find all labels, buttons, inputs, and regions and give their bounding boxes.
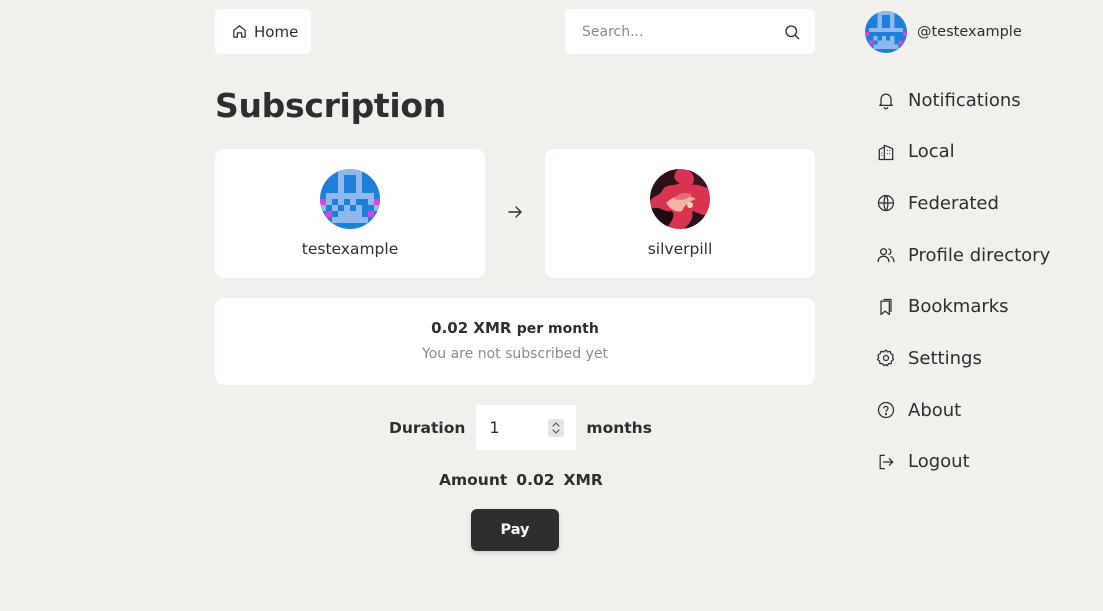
sidebar-item-bookmarks[interactable]: Bookmarks (876, 287, 1050, 327)
subscription-price-card: 0.02 XMR per month You are not subscribe… (215, 298, 815, 385)
sidebar-item-label: Settings (908, 347, 982, 369)
sender-name[interactable]: testexample (302, 240, 398, 258)
stepper-arrows-icon[interactable] (548, 419, 564, 437)
sidebar-item-label: Logout (908, 451, 970, 473)
sidebar-item-label: Federated (908, 192, 999, 214)
sidebar-item-about[interactable]: About (876, 390, 1050, 430)
search-input[interactable] (580, 22, 783, 41)
user-handle[interactable]: @testexample (917, 24, 1022, 40)
user-avatar[interactable] (865, 11, 907, 53)
amount-currency: XMR (563, 471, 603, 489)
price-period: per month (516, 321, 599, 337)
sender-avatar[interactable] (320, 169, 380, 229)
sidebar-item-logout[interactable]: Logout (876, 442, 1050, 482)
amount-value: 0.02 (516, 471, 555, 489)
search-icon[interactable] (783, 23, 801, 41)
duration-input[interactable] (487, 417, 547, 438)
search-box[interactable] (565, 9, 815, 54)
duration-stepper[interactable] (548, 419, 565, 437)
sidebar-nav: Notifications Local Federated Profile di… (876, 80, 1050, 494)
home-button[interactable]: Home (215, 9, 311, 54)
globe-icon (877, 195, 895, 212)
gear-icon (876, 349, 895, 367)
recipient-card: silverpill (545, 149, 815, 278)
bell-icon (879, 93, 893, 110)
bookmark-icon (880, 298, 892, 315)
duration-row: Duration months (389, 405, 652, 450)
building-icon (878, 144, 894, 160)
sidebar-item-federated[interactable]: Federated (876, 183, 1050, 223)
duration-field[interactable] (476, 405, 577, 450)
sender-card: testexample (215, 149, 485, 278)
arrow-right-icon (508, 206, 522, 218)
pay-button[interactable]: Pay (471, 509, 559, 551)
help-circle-icon (877, 402, 895, 419)
amount-label: Amount (439, 471, 508, 489)
sidebar-item-label: Bookmarks (908, 296, 1009, 318)
page-title: Subscription (215, 86, 446, 125)
home-icon (233, 25, 246, 38)
sidebar-item-label: Notifications (908, 89, 1021, 111)
sidebar-item-profile-directory[interactable]: Profile directory (876, 235, 1050, 275)
sidebar-item-label: About (908, 399, 962, 421)
users-icon (877, 248, 895, 263)
subscription-status: You are not subscribed yet (422, 346, 608, 362)
recipient-name[interactable]: silverpill (648, 240, 713, 258)
current-user[interactable]: @testexample (865, 11, 1022, 53)
home-label: Home (254, 22, 299, 41)
amount-row: Amount 0.02 XMR (439, 468, 603, 492)
duration-unit: months (586, 418, 652, 437)
sidebar-item-label: Profile directory (908, 244, 1051, 266)
duration-label: Duration (389, 418, 466, 437)
price-line: 0.02 XMR per month (431, 319, 599, 337)
sidebar-item-local[interactable]: Local (876, 132, 1050, 172)
sidebar-item-label: Local (908, 141, 955, 163)
recipient-avatar[interactable] (650, 169, 710, 229)
price-amount: 0.02 XMR (431, 319, 512, 337)
logout-icon (879, 454, 894, 470)
sidebar-item-notifications[interactable]: Notifications (876, 80, 1050, 120)
sidebar-item-settings[interactable]: Settings (876, 338, 1050, 378)
